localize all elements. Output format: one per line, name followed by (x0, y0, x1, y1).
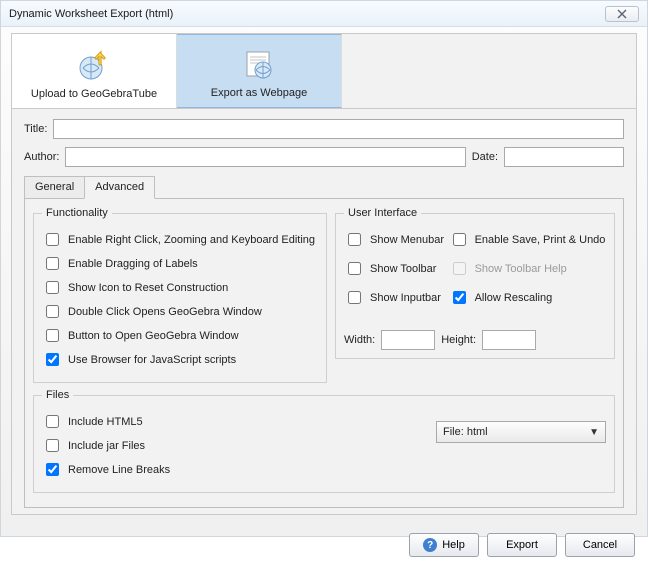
group-user-interface: User Interface Show Menubar Enable Save,… (335, 207, 615, 359)
lbl-toolbar-help: Show Toolbar Help (475, 263, 567, 275)
group-functionality-legend: Functionality (42, 207, 112, 219)
form-panel: Title: Author: Date: General Advanced Fu… (11, 108, 637, 515)
chk-reset-icon[interactable] (46, 281, 59, 294)
height-label: Height: (441, 334, 476, 346)
file-type-select[interactable]: File: html ▼ (436, 421, 606, 443)
dialog-window: Dynamic Worksheet Export (html) Upload t… (0, 0, 648, 537)
window-title: Dynamic Worksheet Export (html) (9, 8, 173, 20)
export-webpage-icon (242, 49, 276, 81)
tab-body-advanced: Functionality Enable Right Click, Zoomin… (24, 198, 624, 508)
chk-toolbar-help (453, 262, 466, 275)
subtabs: General Advanced (24, 176, 624, 199)
chk-html5[interactable] (46, 415, 59, 428)
chk-jar[interactable] (46, 439, 59, 452)
lbl-save-print: Enable Save, Print & Undo (475, 234, 606, 246)
width-input[interactable] (381, 330, 435, 350)
chk-toolbar[interactable] (348, 262, 361, 275)
tab-general[interactable]: General (24, 176, 85, 199)
title-input[interactable] (53, 119, 624, 139)
mode-tab-upload-label: Upload to GeoGebraTube (31, 88, 157, 100)
chk-rescaling[interactable] (453, 291, 466, 304)
chk-menubar[interactable] (348, 233, 361, 246)
chk-open-btn[interactable] (46, 329, 59, 342)
help-button-label: Help (442, 539, 465, 551)
date-label: Date: (472, 151, 498, 163)
lbl-drag-labels: Enable Dragging of Labels (68, 258, 198, 270)
cancel-button-label: Cancel (583, 539, 617, 551)
author-label: Author: (24, 151, 59, 163)
chk-inputbar[interactable] (348, 291, 361, 304)
lbl-linebreaks: Remove Line Breaks (68, 464, 170, 476)
lbl-right-click: Enable Right Click, Zooming and Keyboard… (68, 234, 315, 246)
mode-tab-export-webpage[interactable]: Export as Webpage (177, 34, 342, 108)
lbl-reset-icon: Show Icon to Reset Construction (68, 282, 228, 294)
export-button-label: Export (506, 539, 538, 551)
chk-dblclick[interactable] (46, 305, 59, 318)
width-label: Width: (344, 334, 375, 346)
file-type-value: File: html (443, 426, 488, 438)
lbl-rescaling: Allow Rescaling (475, 292, 553, 304)
chk-linebreaks[interactable] (46, 463, 59, 476)
lbl-html5: Include HTML5 (68, 416, 143, 428)
lbl-browser-js: Use Browser for JavaScript scripts (68, 354, 236, 366)
lbl-menubar: Show Menubar (370, 234, 444, 246)
lbl-dblclick: Double Click Opens GeoGebra Window (68, 306, 262, 318)
chk-browser-js[interactable] (46, 353, 59, 366)
mode-tabs: Upload to GeoGebraTube Export as Webpage (11, 33, 637, 108)
chk-right-click[interactable] (46, 233, 59, 246)
chk-save-print[interactable] (453, 233, 466, 246)
chevron-down-icon: ▼ (589, 427, 599, 438)
mode-tab-webpage-label: Export as Webpage (211, 87, 307, 99)
close-button[interactable] (605, 6, 639, 22)
group-files-legend: Files (42, 389, 73, 401)
close-icon (616, 9, 628, 19)
upload-tube-icon (77, 50, 111, 82)
chk-drag-labels[interactable] (46, 257, 59, 270)
mode-tab-upload-tube[interactable]: Upload to GeoGebraTube (12, 34, 177, 108)
lbl-inputbar: Show Inputbar (370, 292, 441, 304)
date-input[interactable] (504, 147, 624, 167)
height-input[interactable] (482, 330, 536, 350)
title-label: Title: (24, 123, 47, 135)
help-icon: ? (423, 538, 437, 552)
group-files: Files Include HTML5 Include jar Files Re… (33, 389, 615, 493)
author-input[interactable] (65, 147, 465, 167)
group-ui-legend: User Interface (344, 207, 421, 219)
group-functionality: Functionality Enable Right Click, Zoomin… (33, 207, 327, 383)
lbl-open-btn: Button to Open GeoGebra Window (68, 330, 239, 342)
dialog-footer: ? Help Export Cancel (1, 523, 647, 567)
lbl-jar: Include jar Files (68, 440, 145, 452)
tab-advanced[interactable]: Advanced (84, 176, 155, 199)
lbl-toolbar: Show Toolbar (370, 263, 436, 275)
titlebar: Dynamic Worksheet Export (html) (1, 1, 647, 27)
